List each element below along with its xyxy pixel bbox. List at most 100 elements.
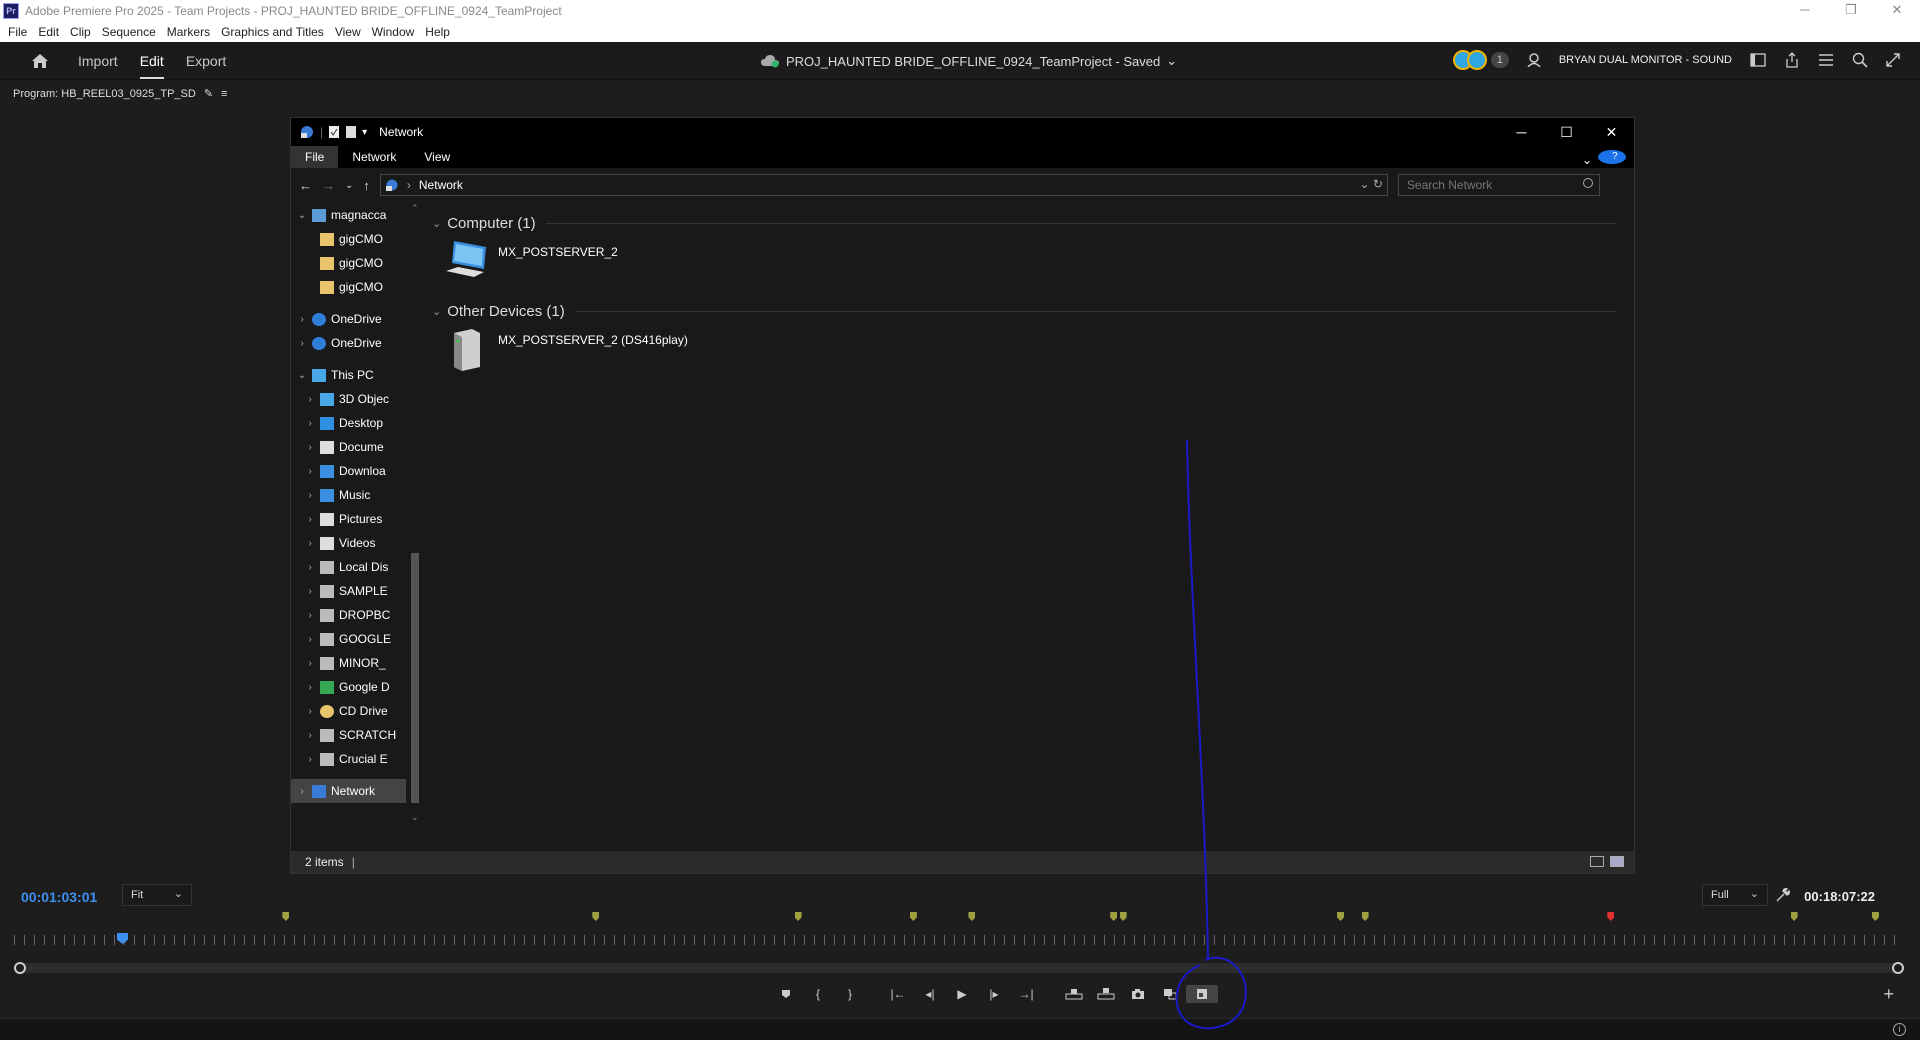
tab-export[interactable]: Export: [186, 53, 226, 69]
lift-button[interactable]: [1058, 985, 1090, 1003]
chevron-right-icon[interactable]: ›: [305, 586, 315, 597]
ribbon-tab-network[interactable]: Network: [338, 146, 410, 168]
sequence-marker[interactable]: [1361, 912, 1369, 921]
sequence-marker[interactable]: [1790, 912, 1798, 921]
chevron-right-icon[interactable]: ›: [305, 514, 315, 525]
edit-pencil-icon[interactable]: ✎: [204, 87, 213, 100]
sequence-marker[interactable]: [909, 912, 917, 921]
add-marker-button[interactable]: [770, 985, 802, 1003]
chevron-down-icon[interactable]: ⌄: [432, 305, 441, 318]
current-timecode[interactable]: 00:01:03:01: [21, 889, 97, 905]
close-button[interactable]: ✕: [1874, 0, 1920, 22]
restore-button[interactable]: ❐: [1828, 0, 1874, 22]
chevron-right-icon[interactable]: ›: [305, 562, 315, 573]
nav-item-dropbc[interactable]: › DROPBC: [291, 603, 406, 627]
go-to-out-button[interactable]: →|: [1010, 985, 1042, 1003]
list-item[interactable]: MX_POSTSERVER_2 (DS416play): [444, 327, 1626, 377]
chevron-right-icon[interactable]: ›: [305, 466, 315, 477]
chevron-right-icon[interactable]: ›: [305, 682, 315, 693]
explorer-close-button[interactable]: ✕: [1589, 118, 1634, 146]
sequence-marker[interactable]: [968, 912, 976, 921]
nav-scrollbar[interactable]: ⌃ ⌄: [408, 203, 422, 823]
scrollbar-thumb[interactable]: [411, 553, 419, 803]
menu-edit[interactable]: Edit: [38, 25, 59, 39]
nav-item-magnacca[interactable]: ⌄ magnacca: [291, 203, 406, 227]
refresh-icon[interactable]: ⌄ ↻: [1359, 177, 1382, 191]
playback-resolution-select[interactable]: Full: [1702, 884, 1768, 906]
extract-button[interactable]: [1090, 985, 1122, 1003]
nav-item-crucial-e[interactable]: › Crucial E: [291, 747, 406, 771]
search-icon[interactable]: [1852, 52, 1868, 68]
nav-item-gigcmo[interactable]: gigCMO: [291, 251, 406, 275]
chevron-down-icon[interactable]: ⌄: [297, 210, 307, 221]
new-folder-icon[interactable]: [345, 125, 357, 139]
back-arrow-icon[interactable]: ←: [299, 178, 312, 193]
mark-out-button[interactable]: }: [834, 985, 866, 1003]
zoom-scrollbar[interactable]: [14, 962, 1904, 974]
chevron-right-icon[interactable]: ›: [305, 658, 315, 669]
sequence-marker[interactable]: [794, 912, 802, 921]
zoom-handle-left[interactable]: [14, 962, 26, 974]
button-editor-plus-icon[interactable]: +: [1883, 984, 1894, 1005]
info-icon[interactable]: i: [1893, 1023, 1906, 1036]
sequence-marker[interactable]: [1337, 912, 1344, 921]
wrench-icon[interactable]: [1776, 888, 1790, 902]
sequence-marker[interactable]: [1110, 912, 1118, 921]
chevron-right-icon[interactable]: ›: [305, 490, 315, 501]
menu-help[interactable]: Help: [425, 25, 450, 39]
multi-camera-button[interactable]: [1186, 985, 1218, 1003]
go-to-in-button[interactable]: |←: [882, 985, 914, 1003]
nav-item-google-d[interactable]: › Google D: [291, 675, 406, 699]
step-back-button[interactable]: ◂|: [914, 985, 946, 1003]
properties-icon[interactable]: [328, 125, 340, 139]
panel-layout-icon[interactable]: [1750, 53, 1766, 67]
nav-item-desktop[interactable]: › Desktop: [291, 411, 406, 435]
forward-arrow-icon[interactable]: →: [322, 178, 335, 193]
chevron-right-icon[interactable]: ›: [297, 786, 307, 797]
help-icon[interactable]: ?: [1598, 150, 1626, 164]
menu-sequence[interactable]: Sequence: [102, 25, 156, 39]
project-title-dropdown[interactable]: PROJ_HAUNTED BRIDE_OFFLINE_0924_TeamProj…: [760, 53, 1177, 69]
export-frame-button[interactable]: [1122, 985, 1154, 1003]
comparison-view-button[interactable]: [1154, 985, 1186, 1003]
nav-item-google[interactable]: › GOOGLE: [291, 627, 406, 651]
zoom-level-select[interactable]: Fit: [122, 884, 192, 906]
nav-item-3d-objec[interactable]: › 3D Objec: [291, 387, 406, 411]
up-arrow-icon[interactable]: ↑: [363, 178, 370, 193]
fullscreen-icon[interactable]: [1886, 53, 1900, 67]
explorer-maximize-button[interactable]: ☐: [1544, 118, 1589, 146]
recent-locations-icon[interactable]: ⌄: [345, 180, 353, 191]
sequence-marker[interactable]: [1871, 912, 1879, 921]
nav-item-pictures[interactable]: › Pictures: [291, 507, 406, 531]
program-monitor-tab[interactable]: Program: HB_REEL03_0925_TP_SD ✎ ≡: [13, 87, 227, 101]
menu-clip[interactable]: Clip: [70, 25, 91, 39]
nav-item-local-dis[interactable]: › Local Dis: [291, 555, 406, 579]
nav-item-gigcmo[interactable]: gigCMO: [291, 275, 406, 299]
nav-item-this-pc[interactable]: ⌄ This PC: [291, 363, 406, 387]
collaborators[interactable]: 1: [1452, 50, 1509, 70]
chevron-right-icon[interactable]: ›: [305, 442, 315, 453]
tab-import[interactable]: Import: [78, 53, 118, 69]
chevron-right-icon[interactable]: ›: [305, 730, 315, 741]
ribbon-tab-view[interactable]: View: [410, 146, 464, 168]
panel-menu-icon[interactable]: ≡: [221, 88, 227, 100]
chevron-right-icon[interactable]: ›: [305, 634, 315, 645]
user-icon[interactable]: [1527, 53, 1541, 67]
nav-item-sample[interactable]: › SAMPLE: [291, 579, 406, 603]
details-view-icon[interactable]: [1590, 856, 1604, 867]
quick-access-dropdown[interactable]: ▾: [362, 127, 367, 138]
search-input[interactable]: Search Network: [1397, 174, 1600, 196]
nav-item-minor-[interactable]: › MINOR_: [291, 651, 406, 675]
chevron-right-icon[interactable]: ›: [297, 338, 307, 349]
large-icons-view-icon[interactable]: [1610, 856, 1624, 867]
sequence-marker[interactable]: [592, 912, 600, 921]
nav-item-music[interactable]: › Music: [291, 483, 406, 507]
group-header[interactable]: ⌄ Other Devices (1): [432, 299, 1626, 323]
menu-view[interactable]: View: [335, 25, 361, 39]
menu-graphics-and-titles[interactable]: Graphics and Titles: [221, 25, 324, 39]
group-header[interactable]: ⌄ Computer (1): [432, 211, 1626, 235]
chevron-right-icon[interactable]: ›: [305, 610, 315, 621]
list-item[interactable]: MX_POSTSERVER_2: [444, 239, 1626, 289]
mark-in-button[interactable]: {: [802, 985, 834, 1003]
sequence-marker[interactable]: [1119, 912, 1127, 921]
